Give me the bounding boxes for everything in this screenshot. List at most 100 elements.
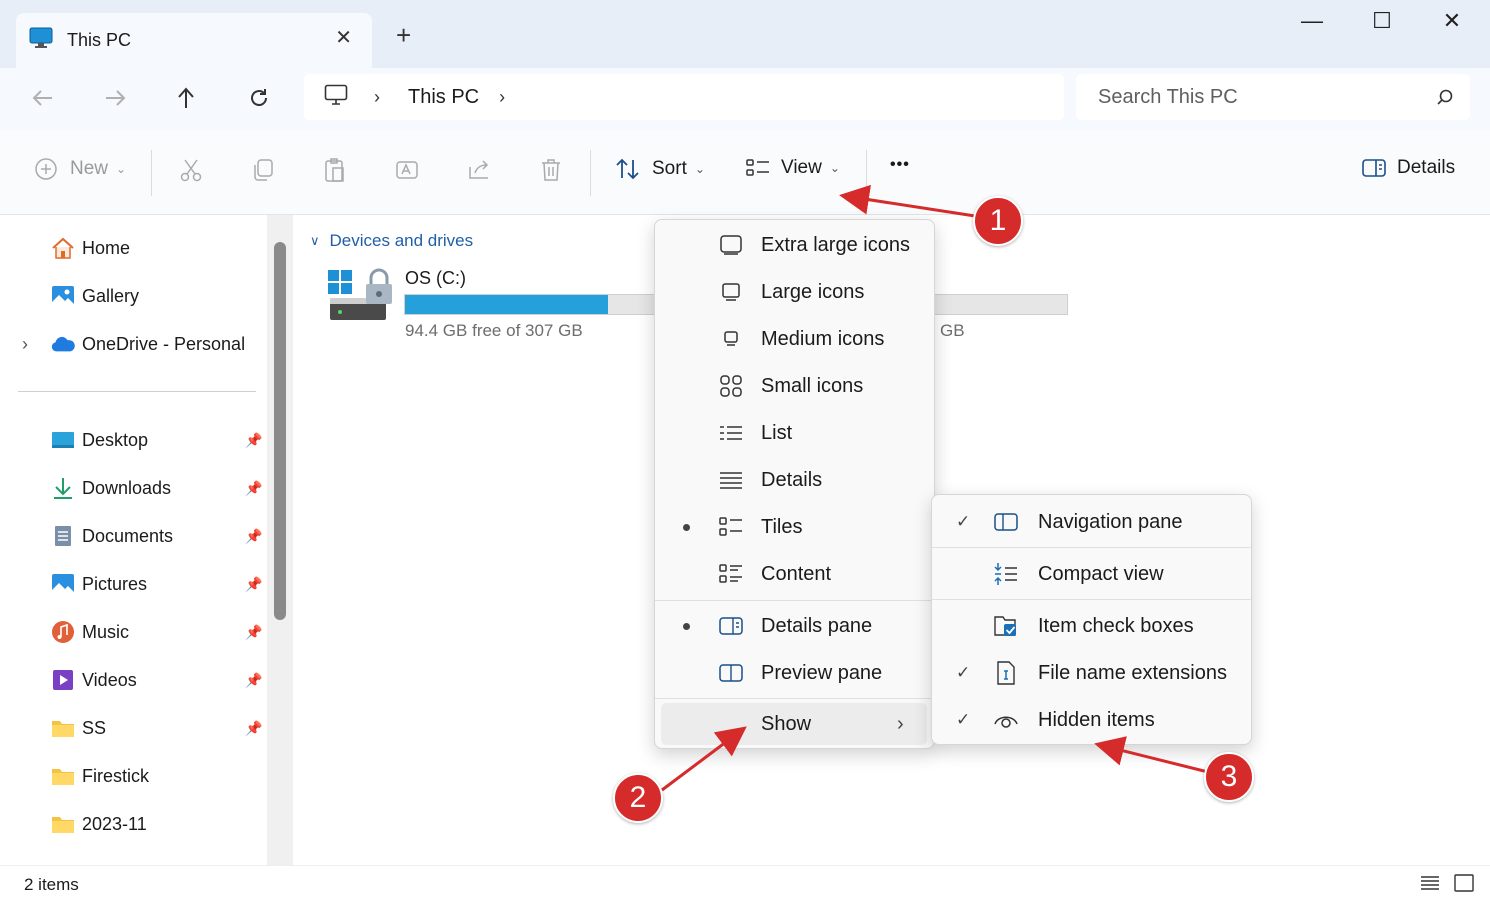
new-button[interactable]: New ⌄ <box>34 157 126 181</box>
menu-item-small-icons[interactable]: Small icons <box>655 364 934 408</box>
menu-item-large-icons[interactable]: Large icons <box>655 270 934 314</box>
back-button[interactable] <box>25 82 61 114</box>
breadcrumb-this-pc[interactable]: This PC <box>408 86 479 109</box>
rename-icon <box>396 161 418 179</box>
nav-item-desktop[interactable]: Desktop <box>50 428 148 452</box>
selected-bullet-icon <box>683 622 690 630</box>
nav-item-onedrive[interactable]: OneDrive - Personal <box>50 332 245 356</box>
show-submenu: ✓ Navigation pane Compact view Item chec… <box>931 494 1252 745</box>
address-row: › This PC › Search This PC <box>0 68 1490 130</box>
rename-button[interactable] <box>394 157 420 183</box>
search-icon <box>1436 88 1454 111</box>
tab-title: This PC <box>67 30 132 50</box>
nav-item-music[interactable]: Music <box>50 620 129 644</box>
nav-item-2023-11[interactable]: 2023-11 <box>50 812 147 836</box>
address-bar[interactable]: › This PC › <box>304 74 1064 120</box>
chevron-right-icon: › <box>897 712 904 735</box>
nav-item-home[interactable]: Home <box>50 236 130 260</box>
pictures-icon <box>50 572 76 596</box>
menu-item-navigation-pane[interactable]: ✓ Navigation pane <box>932 500 1251 544</box>
large-icons-icon <box>717 278 745 306</box>
search-box[interactable]: Search This PC <box>1076 74 1470 120</box>
details-view-icon[interactable] <box>1420 874 1440 897</box>
document-icon <box>50 524 76 548</box>
title-bar: This PC ✕ + — ☐ ✕ <box>0 0 1490 68</box>
share-button[interactable] <box>466 157 492 183</box>
nav-item-videos[interactable]: Videos <box>50 668 137 692</box>
music-icon <box>50 620 76 644</box>
chevron-right-icon[interactable]: › <box>374 87 380 108</box>
drive-name[interactable]: OS (C:) <box>405 268 466 289</box>
arrow-up-icon <box>178 87 194 108</box>
more-options-button[interactable]: ••• <box>890 156 910 174</box>
monitor-icon <box>29 27 53 54</box>
refresh-icon <box>251 89 267 106</box>
menu-item-preview-pane[interactable]: Preview pane <box>655 651 934 695</box>
menu-item-item-check-boxes[interactable]: Item check boxes <box>932 604 1251 648</box>
copy-button[interactable] <box>250 157 276 183</box>
menu-item-content[interactable]: Content <box>655 552 934 596</box>
pin-icon[interactable]: 📌 <box>245 672 262 689</box>
pin-icon[interactable]: 📌 <box>245 432 262 449</box>
pin-icon[interactable]: 📌 <box>245 576 262 593</box>
tab-this-pc[interactable]: This PC ✕ <box>16 13 372 68</box>
menu-item-hidden-items[interactable]: ✓ Hidden items <box>932 698 1251 742</box>
group-header-devices[interactable]: ∨ Devices and drives <box>310 231 473 251</box>
delete-icon <box>542 159 560 181</box>
medium-icons-icon <box>717 325 745 353</box>
search-input[interactable]: Search This PC <box>1098 86 1238 109</box>
maximize-button[interactable]: ☐ <box>1362 8 1402 34</box>
menu-item-show[interactable]: Show › <box>655 702 934 746</box>
close-tab-button[interactable]: ✕ <box>335 25 352 50</box>
nav-scrollbar-thumb[interactable] <box>274 242 286 620</box>
view-menu: Extra large icons Large icons Medium ico… <box>654 219 935 749</box>
nav-item-ss[interactable]: SS <box>50 716 106 740</box>
new-tab-button[interactable]: + <box>396 22 411 48</box>
drive-icon[interactable] <box>326 268 396 331</box>
pin-icon[interactable]: 📌 <box>245 720 262 737</box>
close-window-button[interactable]: ✕ <box>1432 8 1472 34</box>
up-button[interactable] <box>168 82 204 114</box>
nav-item-gallery[interactable]: Gallery <box>50 284 139 308</box>
refresh-button[interactable] <box>241 82 277 114</box>
paste-button[interactable] <box>322 157 348 183</box>
pin-icon[interactable]: 📌 <box>245 624 262 641</box>
pin-icon[interactable]: 📌 <box>245 480 262 497</box>
menu-item-extra-large-icons[interactable]: Extra large icons <box>655 223 934 267</box>
sort-button[interactable]: Sort ⌄ <box>615 157 705 181</box>
menu-item-medium-icons[interactable]: Medium icons <box>655 317 934 361</box>
details-icon <box>717 466 745 494</box>
preview-pane-icon <box>717 659 745 687</box>
nav-item-documents[interactable]: Documents <box>50 524 173 548</box>
checkbox-icon <box>992 612 1020 640</box>
view-button[interactable]: View ⌄ <box>745 157 840 179</box>
menu-item-details[interactable]: Details <box>655 458 934 502</box>
check-icon: ✓ <box>956 512 971 531</box>
callout-badge-1: 1 <box>973 196 1023 246</box>
delete-button[interactable] <box>538 157 564 183</box>
gallery-icon <box>50 284 76 308</box>
video-icon <box>50 668 76 692</box>
folder-icon <box>50 812 76 836</box>
pin-icon[interactable]: 📌 <box>245 528 262 545</box>
minimize-button[interactable]: — <box>1292 8 1332 34</box>
menu-item-details-pane[interactable]: Details pane <box>655 604 934 648</box>
nav-item-firestick[interactable]: Firestick <box>50 764 149 788</box>
forward-button[interactable] <box>97 82 133 114</box>
callout-badge-2: 2 <box>613 773 663 823</box>
chevron-right-icon[interactable]: › <box>499 87 505 108</box>
navigation-pane-icon <box>992 508 1020 536</box>
menu-item-tiles[interactable]: Tiles <box>655 505 934 549</box>
tiles-view-icon[interactable] <box>1454 874 1474 897</box>
monitor-icon <box>324 84 348 111</box>
details-pane-button[interactable]: Details <box>1361 157 1455 179</box>
menu-item-file-name-extensions[interactable]: ✓ File name extensions <box>932 651 1251 695</box>
chevron-right-icon[interactable]: › <box>22 334 28 355</box>
cut-icon <box>180 159 202 182</box>
menu-item-compact-view[interactable]: Compact view <box>932 552 1251 596</box>
nav-item-pictures[interactable]: Pictures <box>50 572 147 596</box>
nav-item-downloads[interactable]: Downloads <box>50 476 171 500</box>
menu-item-list[interactable]: List <box>655 411 934 455</box>
chevron-down-icon: ∨ <box>310 233 320 248</box>
cut-button[interactable] <box>178 157 204 183</box>
